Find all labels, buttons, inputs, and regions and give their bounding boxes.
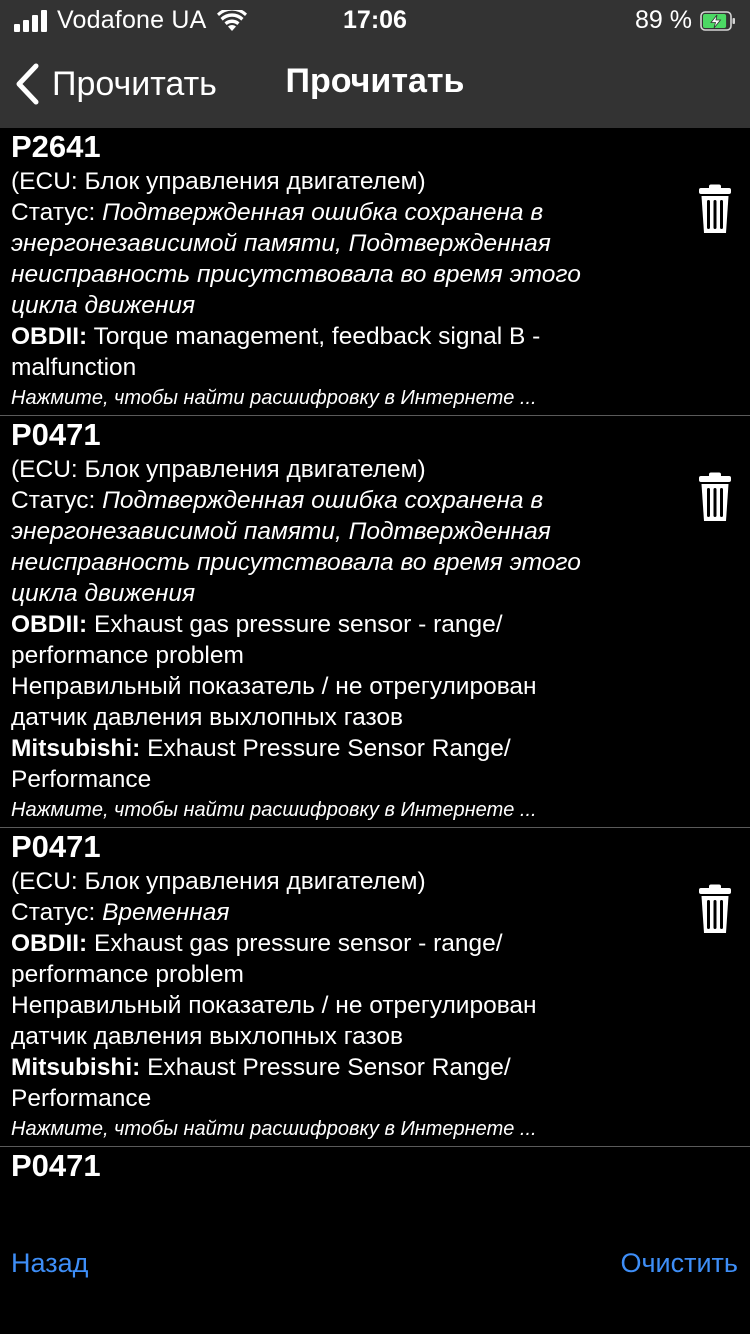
trash-icon[interactable] — [698, 184, 732, 234]
trash-icon[interactable] — [698, 472, 732, 522]
dtc-translation-line: Неправильный показатель / не отрегулиров… — [11, 673, 537, 700]
dtc-list-item[interactable]: P0471 (ECU: Блок управления двигателем) Ст… — [0, 828, 750, 1147]
dtc-maker-text: Exhaust Pressure Sensor Range/ — [140, 1054, 511, 1081]
dtc-status-line: неисправность присутствовала во время эт… — [11, 547, 670, 578]
dtc-maker-line: Mitsubishi: Exhaust Pressure Sensor Rang… — [11, 733, 670, 764]
dtc-obd-text: malfunction — [11, 354, 137, 381]
dtc-maker-line: Performance — [11, 764, 670, 795]
dtc-obd-line: performance problem — [11, 959, 670, 990]
dtc-maker-label: Mitsubishi: — [11, 1054, 141, 1081]
nav-back-button[interactable]: Прочитать — [14, 62, 217, 106]
dtc-status-line: Статус: Подтвержденная ошибка сохранена … — [11, 197, 670, 228]
dtc-status-line: Статус: Временная — [11, 897, 670, 928]
dtc-status-text: цикла движения — [11, 580, 196, 607]
dtc-status-line: неисправность присутствовала во время эт… — [11, 259, 670, 290]
dtc-status-label: Статус: — [11, 899, 103, 926]
dtc-obd-line: OBDII: Exhaust gas pressure sensor - ran… — [11, 928, 670, 959]
trash-icon[interactable] — [698, 884, 732, 934]
dtc-obd-line: OBDII: Exhaust gas pressure sensor - ran… — [11, 609, 670, 640]
dtc-maker-line: Mitsubishi: Exhaust Pressure Sensor Rang… — [11, 1052, 670, 1083]
dtc-list-item[interactable]: P0471 — [0, 1147, 750, 1183]
dtc-status-line: цикла движения — [11, 578, 670, 609]
dtc-obd-label: OBDII: — [11, 930, 88, 957]
dtc-ecu: (ECU: Блок управления двигателем) — [11, 456, 426, 483]
back-button[interactable]: Назад — [11, 1248, 88, 1279]
dtc-obd-label: OBDII: — [11, 611, 88, 638]
dtc-code: P0471 — [11, 1148, 101, 1183]
dtc-search-hint[interactable]: Нажмите, чтобы найти расшифровку в Интер… — [11, 795, 670, 827]
dtc-maker-text: Exhaust Pressure Sensor Range/ — [140, 735, 511, 762]
dtc-search-hint[interactable]: Нажмите, чтобы найти расшифровку в Интер… — [11, 1114, 670, 1146]
dtc-status-text: Временная — [102, 899, 230, 926]
dtc-search-hint[interactable]: Нажмите, чтобы найти расшифровку в Интер… — [11, 383, 670, 415]
dtc-status-text: Подтвержденная ошибка сохранена в — [102, 199, 544, 226]
dtc-ecu: (ECU: Блок управления двигателем) — [11, 168, 426, 195]
dtc-status-line: энергонезависимой памяти, Подтвержденная — [11, 228, 670, 259]
screen: Vodafone UA 17:06 89 % Прочитать Прочита… — [0, 0, 750, 1334]
bottom-toolbar: Назад Очистить — [0, 1198, 750, 1334]
clear-button[interactable]: Очистить — [620, 1248, 738, 1279]
chevron-left-icon — [16, 63, 39, 105]
dtc-obd-text: Torque management, feedback signal B - — [87, 323, 541, 350]
dtc-obd-label: OBDII: — [11, 323, 88, 350]
nav-back-label: Прочитать — [52, 64, 217, 103]
dtc-list-item[interactable]: P0471 (ECU: Блок управления двигателем) Ст… — [0, 416, 750, 828]
dtc-code: P0471 — [11, 417, 101, 452]
dtc-list[interactable]: P2641 (ECU: Блок управления двигателем) Ст… — [0, 128, 750, 1198]
dtc-obd-line: performance problem — [11, 640, 670, 671]
dtc-obd-text: performance problem — [11, 961, 244, 988]
dtc-list-content: P2641 (ECU: Блок управления двигателем) Ст… — [0, 128, 750, 1183]
dtc-obd-text: performance problem — [11, 642, 244, 669]
dtc-status-text: неисправность присутствовала во время эт… — [11, 549, 581, 576]
dtc-obd-line: OBDII: Torque management, feedback signa… — [11, 321, 670, 352]
dtc-maker-line: Performance — [11, 1083, 670, 1114]
dtc-translation-line: датчик давления выхлопных газов — [11, 704, 404, 731]
dtc-code: P2641 — [11, 129, 101, 164]
dtc-ecu: (ECU: Блок управления двигателем) — [11, 868, 426, 895]
status-bar: Vodafone UA 17:06 89 % — [0, 0, 750, 40]
dtc-obd-line: malfunction — [11, 352, 670, 383]
dtc-status-text: неисправность присутствовала во время эт… — [11, 261, 581, 288]
dtc-translation-line: датчик давления выхлопных газов — [11, 1023, 404, 1050]
dtc-status-text: энергонезависимой памяти, Подтвержденная — [11, 518, 551, 545]
dtc-status-label: Статус: — [11, 199, 103, 226]
dtc-list-item[interactable]: P2641 (ECU: Блок управления двигателем) Ст… — [0, 128, 750, 416]
dtc-maker-label: Mitsubishi: — [11, 735, 141, 762]
dtc-status-line: цикла движения — [11, 290, 670, 321]
dtc-obd-text: Exhaust gas pressure sensor - range/ — [87, 930, 503, 957]
dtc-status-label: Статус: — [11, 487, 103, 514]
dtc-status-text: цикла движения — [11, 292, 196, 319]
dtc-status-line: энергонезависимой памяти, Подтвержденная — [11, 516, 670, 547]
navigation-bar: Прочитать Прочитать — [0, 40, 750, 128]
dtc-status-text: Подтвержденная ошибка сохранена в — [102, 487, 544, 514]
battery-percent: 89 % — [635, 6, 692, 34]
status-right: 89 % — [635, 6, 736, 35]
dtc-obd-text: Exhaust gas pressure sensor - range/ — [87, 611, 503, 638]
dtc-code: P0471 — [11, 829, 101, 864]
dtc-maker-text: Performance — [11, 1085, 152, 1112]
dtc-status-line: Статус: Подтвержденная ошибка сохранена … — [11, 485, 670, 516]
dtc-translation-line: Неправильный показатель / не отрегулиров… — [11, 992, 537, 1019]
dtc-maker-text: Performance — [11, 766, 152, 793]
battery-charging-icon — [700, 10, 735, 31]
dtc-status-text: энергонезависимой памяти, Подтвержденная — [11, 230, 551, 257]
